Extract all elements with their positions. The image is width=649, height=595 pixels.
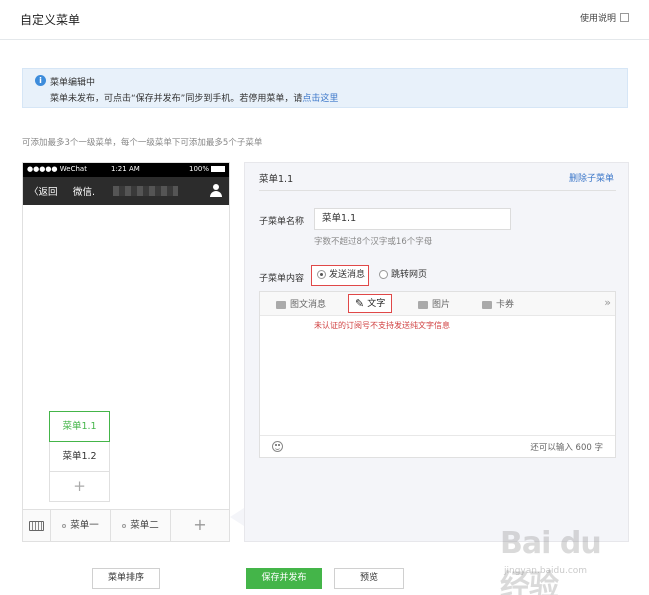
phone-menu-bar: 菜单一 菜单二 + xyxy=(23,509,229,541)
submenu-item-1-2[interactable]: 菜单1.2 xyxy=(49,442,110,472)
name-label: 子菜单名称 xyxy=(259,217,305,227)
image-icon xyxy=(418,300,428,309)
radio-checked-icon xyxy=(317,270,326,279)
message-content-box: 图文消息 ✎ 文字 图片 卡券 » 未认证的订阅号不支持发送纯文字信息 还可以输入… xyxy=(259,291,616,458)
notice-body: 菜单未发布，可点击“保存并发布”同步到手机。若停用菜单，请 xyxy=(50,94,303,104)
menu-limit-tip: 可添加最多3个一级菜单，每个一级菜单下可添加最多5个子菜单 xyxy=(22,138,263,148)
tab-coupon-label: 卡券 xyxy=(496,300,515,310)
tab-text-label: 文字 xyxy=(367,299,386,309)
emoji-icon[interactable] xyxy=(272,441,283,452)
blurred-account-name xyxy=(113,186,178,196)
editor-title: 菜单1.1 xyxy=(259,174,294,185)
tab-news[interactable]: 图文消息 xyxy=(276,297,326,313)
watermark-text: Bai du 经验 xyxy=(500,526,602,595)
add-submenu-button[interactable]: + xyxy=(49,472,110,502)
message-type-tabs: 图文消息 ✎ 文字 图片 卡券 » xyxy=(260,292,615,316)
usage-checkbox-icon[interactable] xyxy=(620,13,629,22)
char-count: 还可以输入 600 字 xyxy=(530,443,603,453)
radio-web-label: 跳转网页 xyxy=(391,270,428,280)
preview-button[interactable]: 预览 xyxy=(334,568,404,589)
submenu-popup: 菜单1.1 菜单1.2 + xyxy=(49,411,110,502)
battery-icon xyxy=(211,166,225,172)
name-hint: 字数不超过8个汉字或16个字母 xyxy=(314,237,433,247)
tab-text[interactable]: ✎ 文字 xyxy=(348,294,393,313)
menu-item-1[interactable]: 菜单一 xyxy=(51,510,111,541)
phone-nav-bar: 〈返回 微信. xyxy=(23,177,229,205)
page-title: 自定义菜单 xyxy=(20,13,81,27)
battery-percent: 100% xyxy=(188,165,209,173)
keyboard-toggle[interactable] xyxy=(23,510,51,541)
menu-dot-icon xyxy=(122,523,127,528)
editing-notice: i 菜单编辑中 菜单未发布，可点击“保存并发布”同步到手机。若停用菜单，请点击这… xyxy=(22,68,628,108)
menu-item-label: 菜单一 xyxy=(70,520,99,531)
submenu-editor: 菜单1.1 删除子菜单 子菜单名称 菜单1.1 字数不超过8个汉字或16个字母 … xyxy=(244,162,629,542)
save-publish-button[interactable]: 保存并发布 xyxy=(246,568,322,589)
more-tabs-icon[interactable]: » xyxy=(604,296,611,309)
radio-jump-webpage[interactable]: 跳转网页 xyxy=(379,267,427,284)
tab-image-label: 图片 xyxy=(432,300,451,310)
usage-guide-toggle[interactable]: 使用说明 xyxy=(580,11,629,24)
page-header: 自定义菜单 使用说明 xyxy=(0,0,649,40)
submenu-item-1-1[interactable]: 菜单1.1 xyxy=(49,411,110,442)
notice-text: 菜单未发布，可点击“保存并发布”同步到手机。若停用菜单，请点击这里 xyxy=(50,91,338,104)
tab-news-label: 图文消息 xyxy=(290,300,327,310)
coupon-icon xyxy=(482,300,492,309)
tab-image[interactable]: 图片 xyxy=(418,297,450,313)
usage-guide-label: 使用说明 xyxy=(579,14,616,24)
content-label: 子菜单内容 xyxy=(259,274,305,284)
chevron-left-icon: 〈 xyxy=(29,187,39,198)
sort-menu-button[interactable]: 菜单排序 xyxy=(92,568,160,589)
info-icon: i xyxy=(35,75,46,86)
submenu-name-input[interactable]: 菜单1.1 xyxy=(314,208,511,230)
content-footer: 还可以输入 600 字 xyxy=(260,435,615,457)
keyboard-icon xyxy=(29,521,44,531)
news-icon xyxy=(276,300,286,309)
radio-send-message[interactable]: 发送消息 xyxy=(311,265,369,286)
menu-item-label: 菜单二 xyxy=(130,520,159,531)
back-label: 返回 xyxy=(38,187,58,198)
pencil-icon: ✎ xyxy=(355,297,365,310)
menu-dot-icon xyxy=(62,523,67,528)
radio-unchecked-icon xyxy=(379,270,388,279)
menu-item-2[interactable]: 菜单二 xyxy=(111,510,171,541)
baidu-watermark: Bai du 经验 jingyan.baidu.com xyxy=(500,522,635,595)
battery-status: 100% xyxy=(189,165,225,173)
tab-coupon[interactable]: 卡券 xyxy=(482,297,514,313)
delete-submenu-link[interactable]: 删除子菜单 xyxy=(569,171,614,184)
account-name: 微信. xyxy=(73,187,96,198)
carrier-label: ●●●●● WeChat xyxy=(27,165,87,173)
disable-menu-link[interactable]: 点击这里 xyxy=(302,94,338,104)
editor-pointer-arrow xyxy=(230,508,244,526)
watermark-url: jingyan.baidu.com xyxy=(504,566,588,576)
phone-status-bar: ●●●●● WeChat 1:21 AM 100% xyxy=(23,163,229,177)
back-button[interactable]: 〈返回 xyxy=(29,184,58,198)
radio-send-label: 发送消息 xyxy=(329,270,366,280)
text-not-supported-warning: 未认证的订阅号不支持发送纯文字信息 xyxy=(314,321,450,330)
notice-title: 菜单编辑中 xyxy=(50,78,96,88)
add-menu-button[interactable]: + xyxy=(171,510,229,541)
status-time: 1:21 AM xyxy=(111,165,140,173)
user-icon[interactable] xyxy=(209,183,223,198)
divider xyxy=(259,190,616,191)
